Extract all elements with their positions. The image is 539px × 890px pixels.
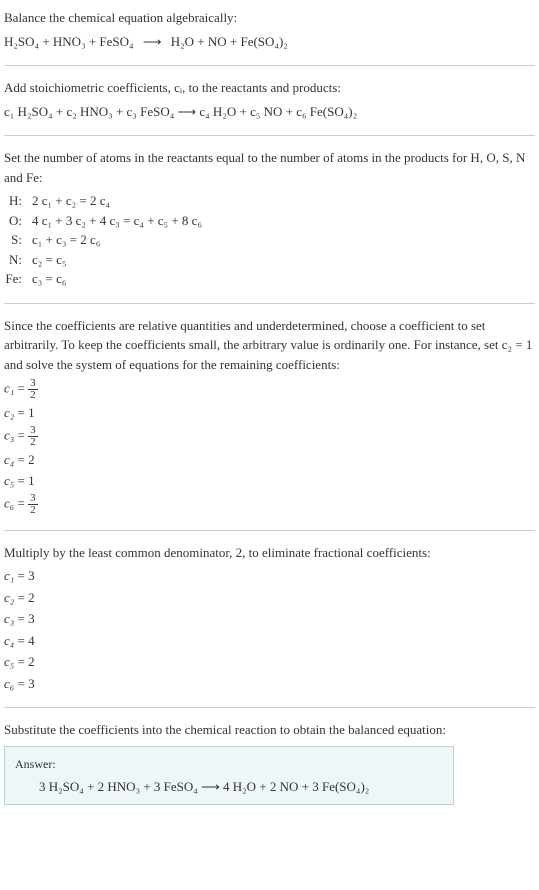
divider bbox=[4, 707, 535, 708]
atom-equation: c₃ = c₆ bbox=[32, 269, 202, 289]
atom-row: S: c₁ + c₃ = 2 c₆ bbox=[4, 230, 202, 250]
coef-row: c₂ = 1 bbox=[4, 403, 535, 423]
coef-var: c₂ bbox=[4, 405, 14, 420]
substitute-section: Substitute the coefficients into the che… bbox=[4, 720, 535, 805]
coef-row: c₂ = 2 bbox=[4, 588, 535, 608]
frac-den: 2 bbox=[28, 390, 38, 401]
coef-row: c₁ = 3 2 bbox=[4, 378, 535, 401]
atom-row: Fe: c₃ = c₆ bbox=[4, 269, 202, 289]
coef-val: 3 bbox=[28, 676, 35, 691]
coef-var: c₁ bbox=[4, 380, 14, 395]
coef-var: c₁ bbox=[4, 568, 14, 583]
coef-val: 3 bbox=[28, 568, 35, 583]
relative-coefs: c₁ = 3 2 c₂ = 1 c₃ = 3 2 c₄ = 2 c₅ = 1 c… bbox=[4, 378, 535, 516]
coef-row: c₄ = 2 bbox=[4, 450, 535, 470]
relative-section: Since the coefficients are relative quan… bbox=[4, 316, 535, 516]
coef-val: 1 bbox=[28, 405, 35, 420]
coef-var: c₃ bbox=[4, 427, 14, 442]
coef-var: c₂ bbox=[4, 590, 14, 605]
intro-section: Balance the chemical equation algebraica… bbox=[4, 8, 535, 51]
stoich-equation: c₁ H₂SO₄ + c₂ HNO₃ + c₃ FeSO₄ ⟶ c₄ H₂O +… bbox=[4, 102, 535, 122]
stoich-section: Add stoichiometric coefficients, cᵢ, to … bbox=[4, 78, 535, 121]
coef-var: c₄ bbox=[4, 633, 14, 648]
atom-label: Fe: bbox=[4, 269, 32, 289]
atoms-section: Set the number of atoms in the reactants… bbox=[4, 148, 535, 289]
coef-val: 2 bbox=[28, 452, 35, 467]
atom-equation: 2 c₁ + c₂ = 2 c₄ bbox=[32, 191, 202, 211]
stoich-text: Add stoichiometric coefficients, cᵢ, to … bbox=[4, 78, 535, 98]
answer-box: Answer: 3 H₂SO₄ + 2 HNO₃ + 3 FeSO₄ ⟶ 4 H… bbox=[4, 746, 454, 806]
coef-row: c₆ = 3 2 bbox=[4, 493, 535, 516]
frac-num: 3 bbox=[28, 425, 38, 437]
atom-equation: 4 c₁ + 3 c₂ + 4 c₃ = c₄ + c₅ + 8 c₆ bbox=[32, 211, 202, 231]
coef-var: c₅ bbox=[4, 654, 14, 669]
coef-row: c₁ = 3 bbox=[4, 566, 535, 586]
coef-val: 3 bbox=[28, 611, 35, 626]
intro-equation: H₂SO₄ + HNO₃ + FeSO₄ ⟶ H₂O + NO + Fe(SO₄… bbox=[4, 32, 535, 52]
multiply-section: Multiply by the least common denominator… bbox=[4, 543, 535, 694]
divider bbox=[4, 65, 535, 66]
multiply-text: Multiply by the least common denominator… bbox=[4, 543, 535, 563]
frac-den: 2 bbox=[28, 437, 38, 448]
atom-equation: c₁ + c₃ = 2 c₆ bbox=[32, 230, 202, 250]
divider bbox=[4, 303, 535, 304]
eq-left: H₂SO₄ + HNO₃ + FeSO₄ bbox=[4, 34, 134, 49]
fraction: 3 2 bbox=[28, 425, 38, 448]
coef-row: c₃ = 3 bbox=[4, 609, 535, 629]
divider bbox=[4, 530, 535, 531]
coef-row: c₅ = 2 bbox=[4, 652, 535, 672]
coef-row: c₅ = 1 bbox=[4, 471, 535, 491]
coef-var: c₆ bbox=[4, 676, 14, 691]
atom-label: H: bbox=[4, 191, 32, 211]
eq-right: H₂O + NO + Fe(SO₄)₂ bbox=[171, 34, 288, 49]
coef-var: c₆ bbox=[4, 495, 14, 510]
atom-equation: c₂ = c₅ bbox=[32, 250, 202, 270]
coef-val: 4 bbox=[28, 633, 35, 648]
atoms-text: Set the number of atoms in the reactants… bbox=[4, 148, 535, 187]
divider bbox=[4, 135, 535, 136]
coef-row: c₆ = 3 bbox=[4, 674, 535, 694]
coef-row: c₃ = 3 2 bbox=[4, 425, 535, 448]
relative-text: Since the coefficients are relative quan… bbox=[4, 316, 535, 375]
fraction: 3 2 bbox=[28, 378, 38, 401]
multiply-coefs: c₁ = 3 c₂ = 2 c₃ = 3 c₄ = 4 c₅ = 2 c₆ = … bbox=[4, 566, 535, 693]
frac-den: 2 bbox=[28, 505, 38, 516]
substitute-text: Substitute the coefficients into the che… bbox=[4, 720, 535, 740]
atom-label: N: bbox=[4, 250, 32, 270]
atom-label: O: bbox=[4, 211, 32, 231]
coef-val: 2 bbox=[28, 654, 35, 669]
arrow-icon: ⟶ bbox=[143, 34, 162, 49]
fraction: 3 2 bbox=[28, 493, 38, 516]
coef-var: c₅ bbox=[4, 473, 14, 488]
frac-num: 3 bbox=[28, 493, 38, 505]
coef-val: 2 bbox=[28, 590, 35, 605]
coef-var: c₃ bbox=[4, 611, 14, 626]
intro-text: Balance the chemical equation algebraica… bbox=[4, 8, 535, 28]
atom-row: H: 2 c₁ + c₂ = 2 c₄ bbox=[4, 191, 202, 211]
atoms-equations: H: 2 c₁ + c₂ = 2 c₄ O: 4 c₁ + 3 c₂ + 4 c… bbox=[4, 191, 202, 289]
answer-label: Answer: bbox=[15, 755, 443, 773]
atom-label: S: bbox=[4, 230, 32, 250]
answer-equation: 3 H₂SO₄ + 2 HNO₃ + 3 FeSO₄ ⟶ 4 H₂O + 2 N… bbox=[15, 777, 443, 797]
coef-val: 1 bbox=[28, 473, 35, 488]
coef-row: c₄ = 4 bbox=[4, 631, 535, 651]
atom-row: N: c₂ = c₅ bbox=[4, 250, 202, 270]
coef-var: c₄ bbox=[4, 452, 14, 467]
atom-row: O: 4 c₁ + 3 c₂ + 4 c₃ = c₄ + c₅ + 8 c₆ bbox=[4, 211, 202, 231]
